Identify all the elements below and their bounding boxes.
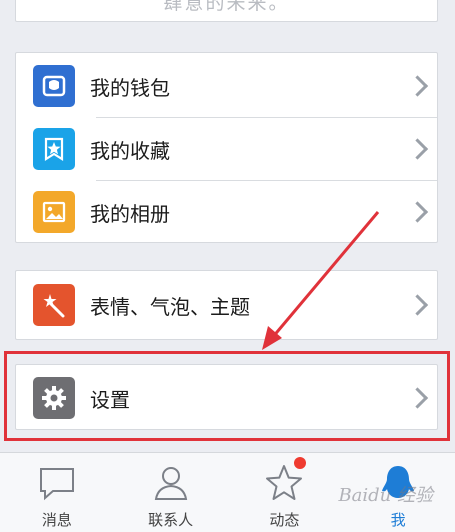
menu-item-album[interactable]: 我的相册 [16,181,437,243]
menu-item-label: 我的收藏 [90,138,170,163]
chevron-right-icon [406,75,429,97]
menu-item-wallet[interactable]: 我的钱包 [16,55,437,117]
tab-contacts[interactable]: 联系人 [114,453,228,532]
contacts-icon [154,467,187,500]
profile-signature-card[interactable]: 肆意的未来。 [15,0,438,22]
menu-group-personal: 我的钱包 我的收藏 我的相册 [15,52,438,243]
watermark: Baidu 经验 [338,485,433,506]
menu-item-label: 表情、气泡、主题 [90,294,250,319]
signature-text: 肆意的未来。 [163,0,290,14]
tab-moments[interactable]: 动态 [228,453,342,532]
annotation-highlight-box [4,351,450,441]
tab-label: 动态 [269,511,300,529]
chevron-right-icon [406,201,429,223]
chevron-right-icon [406,294,429,316]
tab-label: 联系人 [148,511,194,529]
sticker-theme-icon [33,284,75,326]
tab-messages[interactable]: 消息 [0,453,114,532]
menu-item-label: 我的钱包 [90,75,170,100]
chevron-right-icon [406,138,429,160]
menu-item-favorites[interactable]: 我的收藏 [16,118,437,180]
menu-item-label: 我的相册 [90,201,170,226]
menu-item-stickers-themes[interactable]: 表情、气泡、主题 [16,274,437,336]
album-icon [33,191,75,233]
star-icon [266,465,303,500]
tab-label: 消息 [41,511,72,529]
message-bubble-icon [39,468,74,501]
notification-badge [293,457,306,469]
menu-group-personalize: 表情、气泡、主题 [15,270,438,340]
wallet-icon [33,65,75,107]
tab-label: 我 [390,511,406,529]
favorites-icon [33,128,75,170]
